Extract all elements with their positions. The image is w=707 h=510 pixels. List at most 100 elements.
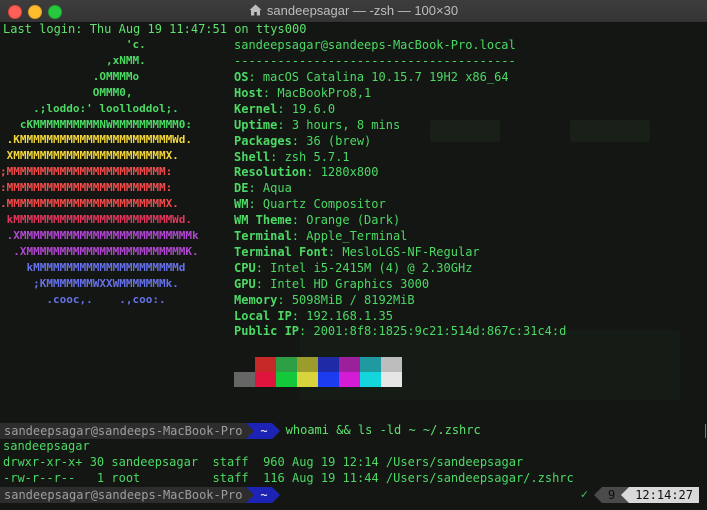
output-line: -rw-r--r-- 1 root staff 116 Aug 19 11:44… (3, 471, 574, 485)
palette-row-2 (234, 372, 402, 387)
info-value: 2001:8f8:1825:9c21:514d:867c:31c4:d (313, 324, 567, 339)
info-row: WM: Quartz Compositor (234, 197, 386, 212)
rprompt-arrow-icon (593, 487, 602, 503)
logo-line: kMMMMMMMMMMMMMMMMMMMMMMd (0, 260, 186, 274)
color-swatch (318, 372, 339, 387)
logo-line: cKMMMMMMMMMMNWMMMMMMMMMM0: (0, 117, 193, 131)
info-row: OS: macOS Catalina 10.15.7 19H2 x86_64 (234, 70, 509, 84)
info-label: DE (234, 181, 249, 196)
info-row: Public IP: 2001:8f8:1825:9c21:514d:867c:… (234, 324, 567, 339)
logo-line: ;MMMMMMMMMMMMMMMMMMMMMMMM: (0, 165, 173, 179)
logo-line: ,xNMM. (0, 53, 146, 67)
info-row: Local IP: 192.168.1.35 (234, 308, 393, 323)
info-label: Packages (234, 133, 292, 148)
info-label: Uptime (234, 117, 278, 132)
output-line: drwxr-xr-x+ 30 sandeepsagar staff 960 Au… (3, 455, 524, 469)
prompt-separator-icon (246, 423, 255, 439)
history-number: 9 (601, 487, 622, 503)
title-bar[interactable]: sandeepsagar — -zsh — 100×30 (0, 0, 707, 23)
color-swatch (360, 372, 381, 387)
logo-line: .XMMMMMMMMMMMMMMMMMMMMMMMMMMk (0, 228, 199, 242)
info-value: Quartz Compositor (262, 197, 386, 212)
info-value: 5098MiB / 8192MiB (291, 292, 415, 307)
color-swatch (360, 357, 381, 372)
logo-line: .cooc,. .,coo:. (0, 292, 166, 306)
user-host: sandeepsagar@sandeeps-MacBook-Pro.local (234, 38, 516, 52)
info-label: Local IP (234, 308, 292, 323)
prompt-user-segment: sandeepsagar@sandeeps-MacBook-Pro (0, 423, 247, 439)
color-swatch (297, 357, 318, 372)
color-swatch (381, 357, 402, 372)
info-value: Intel i5-2415M (4) @ 2.30GHz (270, 260, 473, 275)
info-row: Host: MacBookPro8,1 (234, 85, 372, 100)
separator-line: --------------------------------------- (234, 54, 516, 68)
info-label: CPU (234, 260, 256, 275)
info-value: MacBookPro8,1 (277, 85, 372, 100)
info-row: CPU: Intel i5-2415M (4) @ 2.30GHz (234, 260, 473, 275)
window-title-area: sandeepsagar — -zsh — 100×30 (0, 3, 707, 18)
rprompt-arrow-icon (621, 487, 630, 503)
shell-prompt-current[interactable]: sandeepsagar@sandeeps-MacBook-Pro ~ (0, 487, 280, 503)
info-value: macOS Catalina 10.15.7 19H2 x86_64 (262, 70, 509, 84)
terminal-window: sandeepsagar — -zsh — 100×30 Last login:… (0, 0, 707, 510)
logo-line: .;loddo:' loolloddol;. (0, 101, 179, 115)
color-swatch (234, 357, 255, 372)
logo-line: OMMM0, (0, 85, 133, 99)
apple-ascii-logo: 'c. ,xNMM. .OMMMMo OMMM0, .;loddo:' lool… (0, 37, 199, 307)
info-row: WM Theme: Orange (Dark) (234, 213, 401, 228)
prompt-user-segment: sandeepsagar@sandeeps-MacBook-Pro (0, 487, 247, 503)
logo-line: .OMMMMo (0, 69, 140, 83)
color-swatch (381, 372, 402, 387)
output-line: sandeepsagar (3, 439, 90, 453)
info-row: Terminal Font: MesloLGS-NF-Regular (234, 244, 480, 259)
terminal-content[interactable]: Last login: Thu Aug 19 11:47:51 on ttys0… (0, 22, 707, 510)
info-label: WM (234, 197, 249, 212)
info-label: Terminal Font (234, 244, 328, 259)
info-label: Terminal (234, 229, 292, 243)
color-swatch (339, 357, 360, 372)
info-value: 19.6.0 (291, 101, 336, 116)
color-swatch (255, 372, 276, 387)
color-swatch (318, 357, 339, 372)
info-value: 3 hours, 8 mins (291, 117, 401, 132)
info-label: WM Theme (234, 213, 292, 228)
last-login-line: Last login: Thu Aug 19 11:47:51 on ttys0… (3, 22, 307, 36)
info-value: MesloLGS-NF-Regular (342, 244, 480, 259)
logo-line: .XMMMMMMMMMMMMMMMMMMMMMMMMK. (0, 244, 199, 258)
color-swatch (339, 372, 360, 387)
info-label: Host (234, 85, 263, 100)
info-row: Memory: 5098MiB / 8192MiB (234, 292, 415, 307)
info-label: Memory (234, 292, 278, 307)
info-value: Intel HD Graphics 3000 (270, 276, 430, 291)
logo-line: .KMMMMMMMMMMMMMMMMMMMMMMMWd. (0, 133, 193, 147)
prompt-separator-icon (246, 487, 255, 503)
palette-row-1 (234, 357, 402, 372)
info-label: Kernel (234, 101, 278, 116)
info-row: Terminal: Apple_Terminal (234, 229, 408, 243)
prompt-end-arrow-icon (271, 487, 280, 503)
info-row: DE: Aqua (234, 181, 292, 196)
right-prompt-status: ✓ 9 12:14:27 (581, 487, 699, 503)
shell-prompt: sandeepsagar@sandeeps-MacBook-Pro ~ whoa… (0, 423, 481, 439)
info-value: 36 (brew) (306, 133, 372, 148)
clock-time: 12:14:27 (629, 487, 699, 503)
success-check-icon: ✓ (580, 487, 588, 502)
info-label: OS (234, 70, 249, 84)
logo-line: XMMMMMMMMMMMMMMMMMMMMMMMX. (0, 149, 179, 163)
info-label: Shell (234, 149, 271, 164)
prompt-dir-segment: ~ (254, 423, 272, 439)
info-row: Uptime: 3 hours, 8 mins (234, 117, 401, 132)
info-row: Resolution: 1280x800 (234, 165, 379, 180)
info-row: Packages: 36 (brew) (234, 133, 372, 148)
command-text: whoami && ls -ld ~ ~/.zshrc (285, 423, 481, 438)
info-label: Resolution (234, 165, 307, 180)
info-value: Orange (Dark) (306, 213, 401, 228)
prompt-end-arrow-icon (271, 423, 280, 439)
info-label: GPU (234, 276, 256, 291)
info-value: Aqua (262, 181, 292, 196)
logo-line: 'c. (0, 38, 146, 51)
logo-line: :MMMMMMMMMMMMMMMMMMMMMMMM: (0, 181, 173, 195)
home-icon (249, 4, 262, 16)
color-swatch (234, 372, 255, 387)
right-edge-marker (705, 424, 706, 438)
